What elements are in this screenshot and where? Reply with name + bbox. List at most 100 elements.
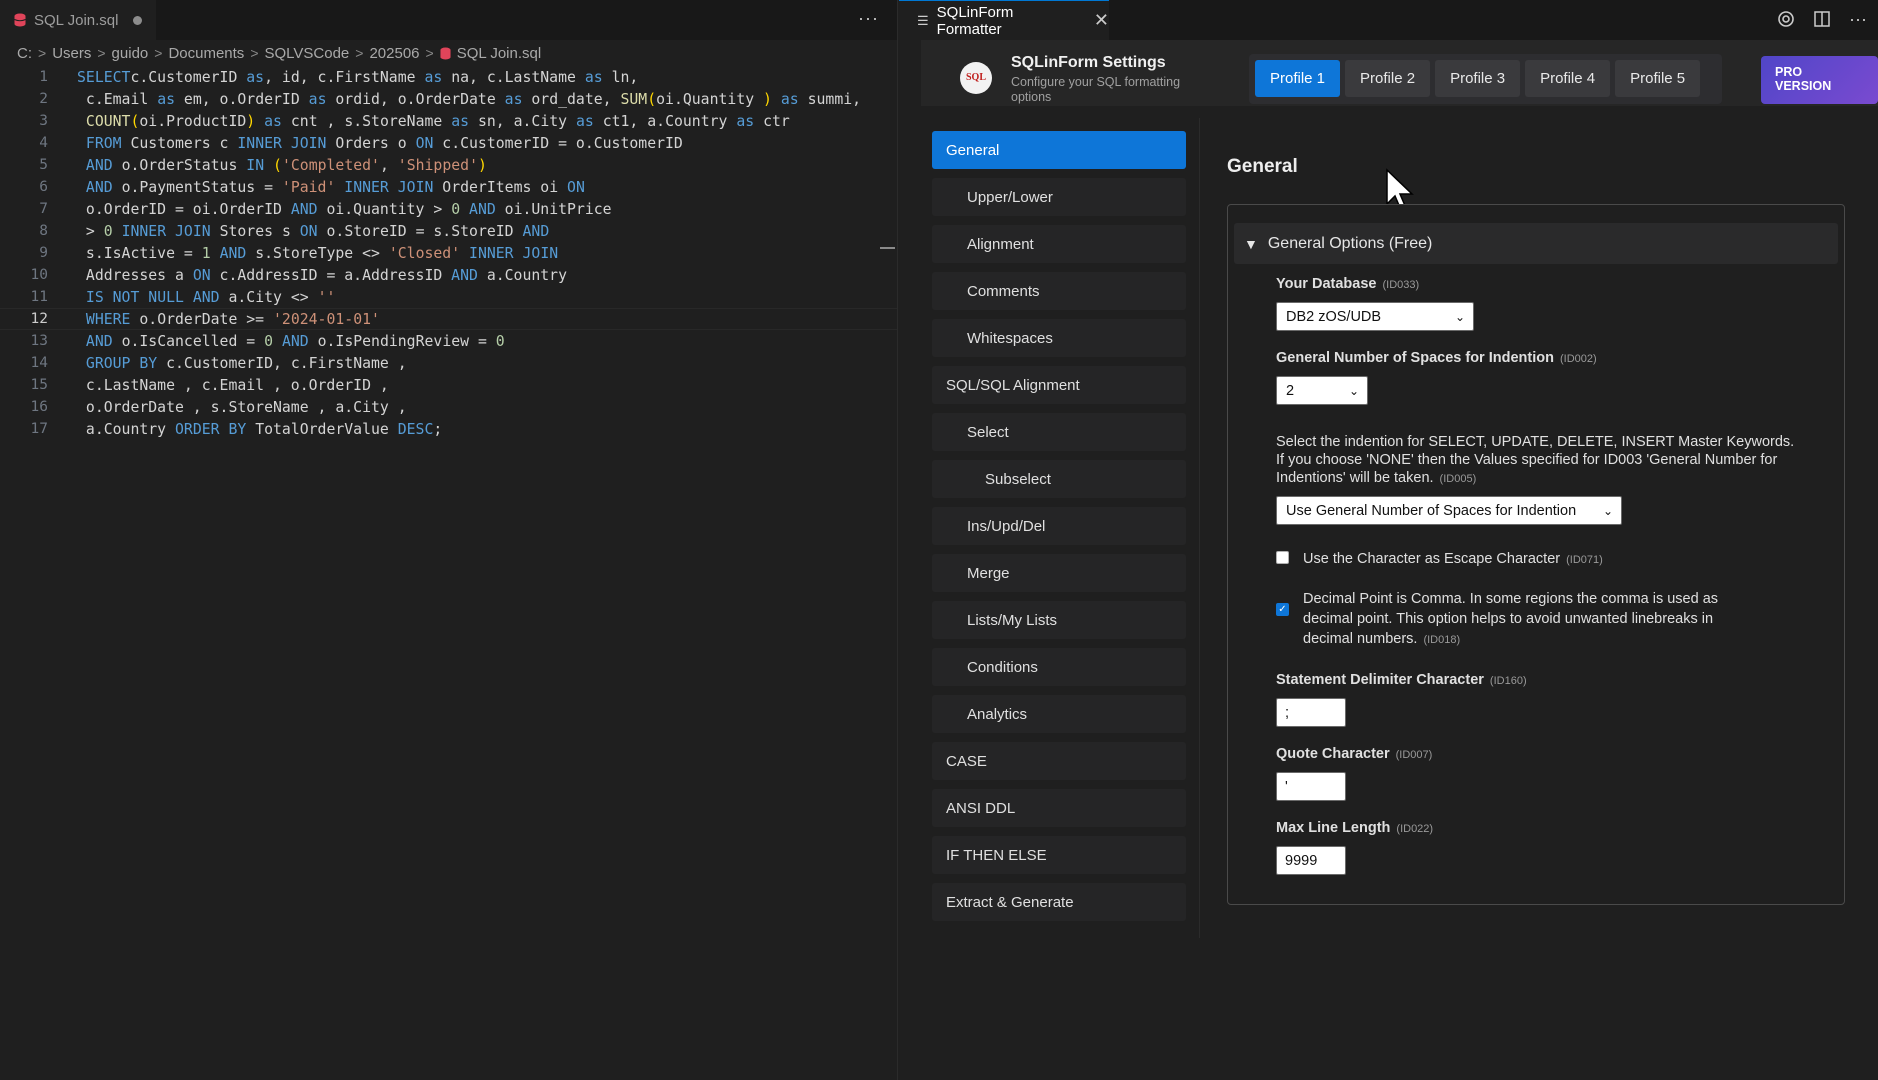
tab-sql-join[interactable]: SQL Join.sql [0, 0, 156, 40]
breadcrumb-item[interactable]: Documents [168, 45, 244, 62]
nav-item-subselect[interactable]: Subselect [932, 460, 1186, 498]
pro-label: PRO [1775, 65, 1803, 79]
code-line[interactable]: 12 WHERE o.OrderDate >= '2024-01-01' [0, 308, 897, 330]
breadcrumb-item[interactable]: SQLVSCode [265, 45, 350, 62]
breadcrumb-item[interactable]: C: [17, 45, 32, 62]
code-text: GROUP BY c.CustomerID, c.FirstName , [85, 354, 407, 372]
code-text: o.OrderDate , s.StoreName , a.City , [77, 398, 407, 416]
code-editor[interactable]: 1 SELECTc.CustomerID as, id, c.FirstName … [0, 66, 897, 440]
nav-item-select[interactable]: Select [932, 413, 1186, 451]
delimiter-input[interactable]: ; [1276, 698, 1346, 727]
code-line[interactable]: 9 s.IsActive = 1 AND s.StoreType <> 'Clo… [0, 242, 897, 264]
tab-label: SQLinForm Formatter [936, 3, 1014, 38]
quote-id: (ID007) [1395, 749, 1433, 761]
settings-nav: General Upper/Lower Alignment Comments White… [932, 131, 1186, 930]
chevron-right-icon: > [97, 45, 106, 61]
breadcrumb-item[interactable]: 202506 [369, 45, 419, 62]
split-editor-icon[interactable] [1812, 9, 1832, 29]
editor-tabbar: SQL Join.sql ··· [0, 0, 897, 40]
nav-item-case[interactable]: CASE [932, 742, 1186, 780]
profile-5-button[interactable]: Profile 5 [1615, 60, 1701, 97]
nav-item-extract-generate[interactable]: Extract & Generate [932, 883, 1186, 921]
line-number: 15 [30, 377, 48, 393]
nav-item-whitespaces[interactable]: Whitespaces [932, 319, 1186, 357]
code-text: Addresses a ON c.AddressID = a.AddressID… [77, 266, 567, 284]
tab-sqlinform-formatter[interactable]: ☰ SQLinForm Formatter ✕ [899, 0, 1109, 40]
chevron-right-icon: > [355, 45, 364, 61]
escape-char-option: Use the Character as Escape Character (ID… [1276, 549, 1753, 570]
master-keywords-id: (ID005) [1439, 473, 1477, 485]
line-number: 2 [39, 91, 48, 107]
nav-item-if-then-else[interactable]: IF THEN ELSE [932, 836, 1186, 874]
code-text: a.Country ORDER BY TotalOrderValue DESC; [77, 420, 443, 438]
code-line[interactable]: 17 a.Country ORDER BY TotalOrderValue DE… [0, 418, 897, 440]
chevron-right-icon: > [154, 45, 163, 61]
profile-4-button[interactable]: Profile 4 [1525, 60, 1611, 97]
breadcrumb-item[interactable]: guido [112, 45, 149, 62]
code-line[interactable]: 1 SELECTc.CustomerID as, id, c.FirstName … [0, 66, 897, 88]
code-text: AND o.PaymentStatus = 'Paid' INNER JOIN … [85, 178, 585, 196]
code-line[interactable]: 7 o.OrderID = oi.OrderID AND oi.Quantity… [0, 198, 897, 220]
code-line[interactable]: 10 Addresses a ON c.AddressID = a.Addres… [0, 264, 897, 286]
nav-item-comments[interactable]: Comments [932, 272, 1186, 310]
nav-item-analytics[interactable]: Analytics [932, 695, 1186, 733]
line-number: 17 [30, 421, 48, 437]
decimal-comma-label: Decimal Point is Comma. In some regions … [1303, 591, 1719, 647]
breadcrumb-item[interactable]: Users [52, 45, 91, 62]
nav-item-ansi-ddl[interactable]: ANSI DDL [932, 789, 1186, 827]
preview-lines-icon: ☰ [917, 12, 929, 28]
nav-item-sql-sql-alignment[interactable]: SQL/SQL Alignment [932, 366, 1186, 404]
pro-version-button[interactable]: PRO VERSION [1761, 56, 1878, 104]
sqlinform-logo: SQL [960, 62, 992, 94]
general-options-panel: ▼ General Options (Free) Your Database (I… [1227, 204, 1845, 905]
line-number: 8 [39, 223, 48, 239]
max-line-field: Max Line Length (ID022) 9999 [1276, 819, 1806, 875]
minimap-slider[interactable] [880, 247, 895, 249]
nav-item-merge[interactable]: Merge [932, 554, 1186, 592]
database-label: Your Database [1276, 276, 1377, 292]
code-line[interactable]: 3 COUNT(oi.ProductID) as cnt , s.StoreNa… [0, 110, 897, 132]
settings-subtitle: Configure your SQL formatting options [1011, 75, 1181, 104]
profile-3-button[interactable]: Profile 3 [1435, 60, 1521, 97]
decimal-comma-checkbox[interactable]: ✓ [1276, 603, 1289, 616]
database-select[interactable]: DB2 zOS/UDB ⌄ [1276, 302, 1474, 331]
code-line[interactable]: 14 GROUP BY c.CustomerID, c.FirstName , [0, 352, 897, 374]
chevron-down-icon: ⌄ [1348, 383, 1359, 398]
collapse-triangle-icon: ▼ [1244, 235, 1258, 252]
escape-char-checkbox[interactable] [1276, 551, 1289, 564]
line-number: 5 [39, 157, 48, 173]
code-line[interactable]: 8 > 0 INNER JOIN Stores s ON o.StoreID =… [0, 220, 897, 242]
code-line[interactable]: 16 o.OrderDate , s.StoreName , a.City , [0, 396, 897, 418]
nav-item-conditions[interactable]: Conditions [932, 648, 1186, 686]
nav-item-lists-my-lists[interactable]: Lists/My Lists [932, 601, 1186, 639]
nav-item-alignment[interactable]: Alignment [932, 225, 1186, 263]
copilot-icon[interactable] [1776, 9, 1796, 29]
delimiter-id: (ID160) [1489, 675, 1527, 687]
code-text: SELECTc.CustomerID as, id, c.FirstName a… [77, 68, 639, 86]
close-icon[interactable]: ✕ [1094, 10, 1109, 31]
master-keywords-select[interactable]: Use General Number of Spaces for Indenti… [1276, 496, 1622, 525]
profile-1-button[interactable]: Profile 1 [1255, 60, 1341, 97]
code-line[interactable]: 13 AND o.IsCancelled = 0 AND o.IsPending… [0, 330, 897, 352]
code-line[interactable]: 5 AND o.OrderStatus IN ('Completed', 'Sh… [0, 154, 897, 176]
code-line[interactable]: 11 IS NOT NULL AND a.City <> '' [0, 286, 897, 308]
nav-item-general[interactable]: General [932, 131, 1186, 169]
line-number: 4 [39, 135, 48, 151]
breadcrumb-item[interactable]: SQL Join.sql [457, 45, 542, 62]
code-line[interactable]: 4 FROM Customers c INNER JOIN Orders o O… [0, 132, 897, 154]
max-line-input[interactable]: 9999 [1276, 846, 1346, 875]
settings-pane: ☰ SQLinForm Formatter ✕ ··· SQL SQLinFor… [899, 0, 1878, 1080]
quote-input[interactable]: ' [1276, 772, 1346, 801]
code-line[interactable]: 15 c.LastName , c.Email , o.OrderID , [0, 374, 897, 396]
code-line[interactable]: 2 c.Email as em, o.OrderID as ordid, o.O… [0, 88, 897, 110]
nav-item-ins-upd-del[interactable]: Ins/Upd/Del [932, 507, 1186, 545]
profile-2-button[interactable]: Profile 2 [1345, 60, 1431, 97]
unsaved-dot-icon[interactable] [132, 15, 142, 25]
more-actions-icon[interactable]: ··· [858, 8, 879, 29]
general-options-header[interactable]: ▼ General Options (Free) [1234, 223, 1838, 264]
nav-item-upper-lower[interactable]: Upper/Lower [932, 178, 1186, 216]
code-line[interactable]: 6 AND o.PaymentStatus = 'Paid' INNER JOI… [0, 176, 897, 198]
delimiter-label: Statement Delimiter Character [1276, 672, 1484, 688]
more-actions-icon[interactable]: ··· [1848, 9, 1868, 29]
indent-select[interactable]: 2 ⌄ [1276, 376, 1368, 405]
